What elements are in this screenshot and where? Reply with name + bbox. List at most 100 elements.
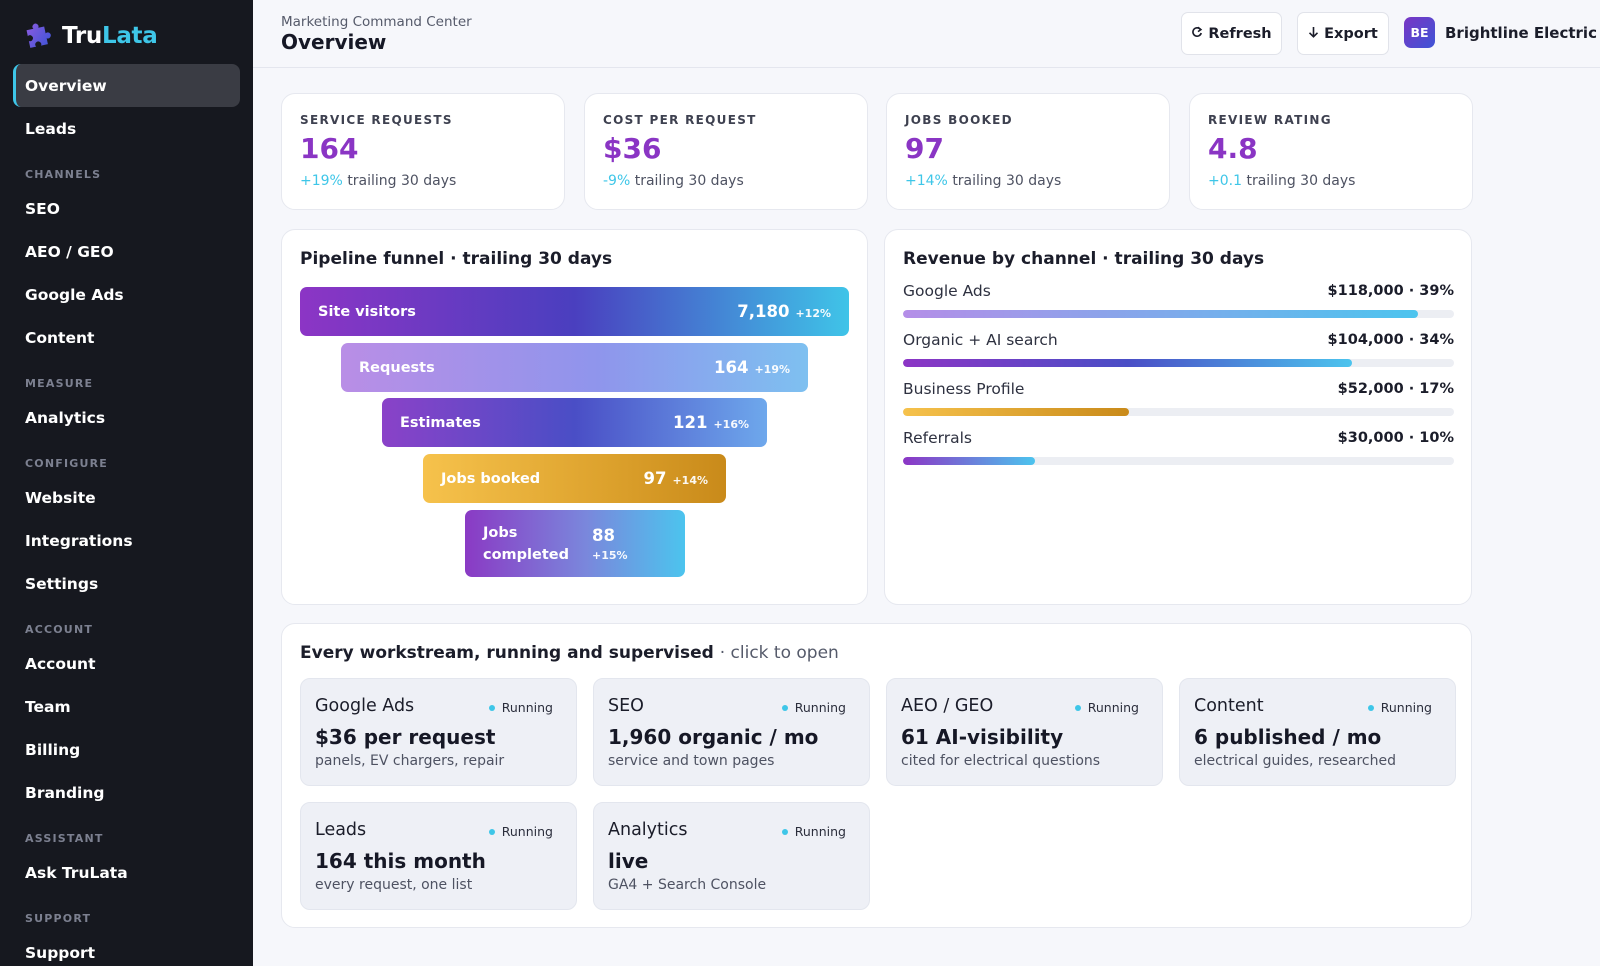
workstream-name: Leads (315, 820, 367, 840)
kpi-change: -9% trailing 30 days (603, 173, 744, 189)
funnel-stage-stats: 121 +16% (673, 413, 749, 432)
kpi-delta: +14% (905, 173, 948, 189)
status-badge: Running (488, 824, 553, 839)
workstream-card-content[interactable]: Content Running 6 published / mo electrical… (1179, 678, 1456, 786)
status-label: Running (501, 824, 553, 839)
top-bar: Marketing Command Center Overview Refres… (253, 0, 1600, 68)
funnel-stage-stats: 164 +19% (714, 358, 790, 377)
status-dot-icon (488, 828, 495, 835)
kpi-change: +14% trailing 30 days (905, 173, 1061, 189)
funnel-stage-estimates[interactable]: Estimates 121 +16% (382, 398, 767, 447)
sidebar-item-aeo-geo[interactable]: AEO / GEO (13, 230, 240, 273)
workstream-name: Google Ads (315, 696, 415, 716)
revenue-bar-track (903, 408, 1454, 416)
funnel-stage-site-visitors[interactable]: Site visitors 7,180 +12% (300, 287, 849, 336)
account-switcher[interactable]: BE Brightline Electric (1404, 17, 1597, 48)
workstream-description: GA4 + Search Console (608, 877, 767, 893)
revenue-channel-amount: $30,000 · 10% (1337, 430, 1454, 446)
nav-section-measure: MEASURE (25, 377, 94, 390)
kpi-label: SERVICE REQUESTS (300, 113, 453, 127)
workstream-card-leads[interactable]: Leads Running 164 this month every request,… (300, 802, 577, 910)
sidebar-item-support[interactable]: Support (13, 931, 240, 966)
revenue-bar-fill (903, 408, 1129, 416)
kpi-label: REVIEW RATING (1208, 113, 1332, 127)
sidebar-item-seo[interactable]: SEO (13, 187, 240, 230)
kpi-label: COST PER REQUEST (603, 113, 757, 127)
export-button[interactable]: Export (1297, 12, 1389, 55)
funnel-stage-delta: +14% (672, 474, 708, 487)
status-dot-icon (1367, 704, 1374, 711)
workstream-description: service and town pages (608, 753, 775, 769)
revenue-channel-amount: $104,000 · 34% (1327, 332, 1454, 348)
refresh-button[interactable]: Refresh (1181, 12, 1282, 55)
puzzle-icon (24, 22, 52, 50)
sidebar-item-analytics[interactable]: Analytics (13, 396, 240, 439)
revenue-bar-track (903, 359, 1454, 367)
status-badge: Running (1074, 700, 1139, 715)
page-subtitle: Marketing Command Center (281, 14, 472, 30)
status-badge: Running (781, 824, 846, 839)
sidebar-item-team[interactable]: Team (13, 685, 240, 728)
sidebar-item-billing[interactable]: Billing (13, 728, 240, 771)
kpi-period: trailing 30 days (952, 173, 1062, 189)
funnel-stage-delta: +19% (754, 363, 790, 376)
workstream-card-aeo-geo[interactable]: AEO / GEO Running 61 AI-visibility cited fo… (886, 678, 1163, 786)
nav-section-account: ACCOUNT (25, 623, 94, 636)
funnel-stage-label: Jobs completed (483, 524, 569, 563)
workstream-metric: 61 AI-visibility (901, 725, 1064, 749)
sidebar-item-website[interactable]: Website (13, 476, 240, 519)
kpi-delta: +19% (300, 173, 343, 189)
sidebar-item-settings[interactable]: Settings (13, 562, 240, 605)
workstream-name: Content (1194, 696, 1264, 716)
kpi-period: trailing 30 days (634, 173, 744, 189)
kpi-card-cost-per-request: COST PER REQUEST $36 -9% trailing 30 days (584, 93, 868, 210)
sidebar-item-integrations[interactable]: Integrations (13, 519, 240, 562)
funnel-stage-stats: 7,180 +12% (737, 302, 831, 321)
sidebar-item-leads[interactable]: Leads (13, 107, 240, 150)
workstream-name: SEO (608, 696, 644, 716)
refresh-label: Refresh (1208, 25, 1272, 42)
arrow-down-icon (1308, 26, 1319, 42)
sidebar-item-google-ads[interactable]: Google Ads (13, 273, 240, 316)
revenue-row-header: Referrals $30,000 · 10% (903, 427, 1454, 449)
kpi-value: $36 (603, 132, 662, 165)
kpi-change: +19% trailing 30 days (300, 173, 456, 189)
kpi-period: trailing 30 days (347, 173, 457, 189)
funnel-stage-stats: 97 +14% (643, 469, 708, 488)
kpi-change: +0.1 trailing 30 days (1208, 173, 1355, 189)
pipeline-funnel-card: Pipeline funnel · trailing 30 days Site … (281, 229, 868, 605)
revenue-bar-fill (903, 457, 1036, 465)
sidebar-item-branding[interactable]: Branding (13, 771, 240, 814)
status-badge: Running (781, 700, 846, 715)
brand-logo[interactable]: TruLata (24, 22, 158, 50)
workstream-metric: 6 published / mo (1194, 725, 1382, 749)
workstream-card-google-ads[interactable]: Google Ads Running $36 per request panels, … (300, 678, 577, 786)
funnel-stage-jobs-completed[interactable]: Jobs completed 88 +15% (465, 510, 685, 577)
revenue-row-header: Organic + AI search $104,000 · 34% (903, 329, 1454, 351)
sidebar: TruLata Overview Leads CHANNELS SEO AEO / GE… (0, 0, 253, 966)
revenue-bar-fill (903, 310, 1419, 318)
workstream-description: cited for electrical questions (901, 753, 1101, 769)
nav-section-support: SUPPORT (25, 912, 92, 925)
funnel-title: Pipeline funnel · trailing 30 days (300, 249, 613, 269)
funnel-stage-delta: +16% (713, 418, 749, 431)
funnel-stage-value: 97 (643, 469, 667, 488)
funnel-stage-value: 164 (714, 358, 749, 377)
sidebar-item-account[interactable]: Account (13, 642, 240, 685)
funnel-stage-jobs-booked[interactable]: Jobs booked 97 +14% (423, 454, 726, 503)
sidebar-item-content[interactable]: Content (13, 316, 240, 359)
revenue-bar-track (903, 310, 1454, 318)
workstream-name: Analytics (608, 820, 688, 840)
sidebar-nav: Overview Leads CHANNELS SEO AEO / GEO Google … (13, 64, 240, 966)
workstream-card-seo[interactable]: SEO Running 1,960 organic / mo service and … (593, 678, 870, 786)
funnel-stage-requests[interactable]: Requests 164 +19% (341, 343, 808, 392)
sidebar-item-overview[interactable]: Overview (13, 64, 240, 107)
kpi-value: 4.8 (1208, 132, 1258, 165)
revenue-channel-name: Google Ads (903, 282, 991, 300)
revenue-bar-fill (903, 359, 1353, 367)
kpi-value: 97 (905, 132, 944, 165)
workstream-card-analytics[interactable]: Analytics Running live GA4 + Search Console (593, 802, 870, 910)
workstreams-title: Every workstream, running and supervised… (300, 643, 839, 663)
sidebar-item-ask-trulata[interactable]: Ask TruLata (13, 851, 240, 894)
page-title: Overview (281, 30, 387, 54)
